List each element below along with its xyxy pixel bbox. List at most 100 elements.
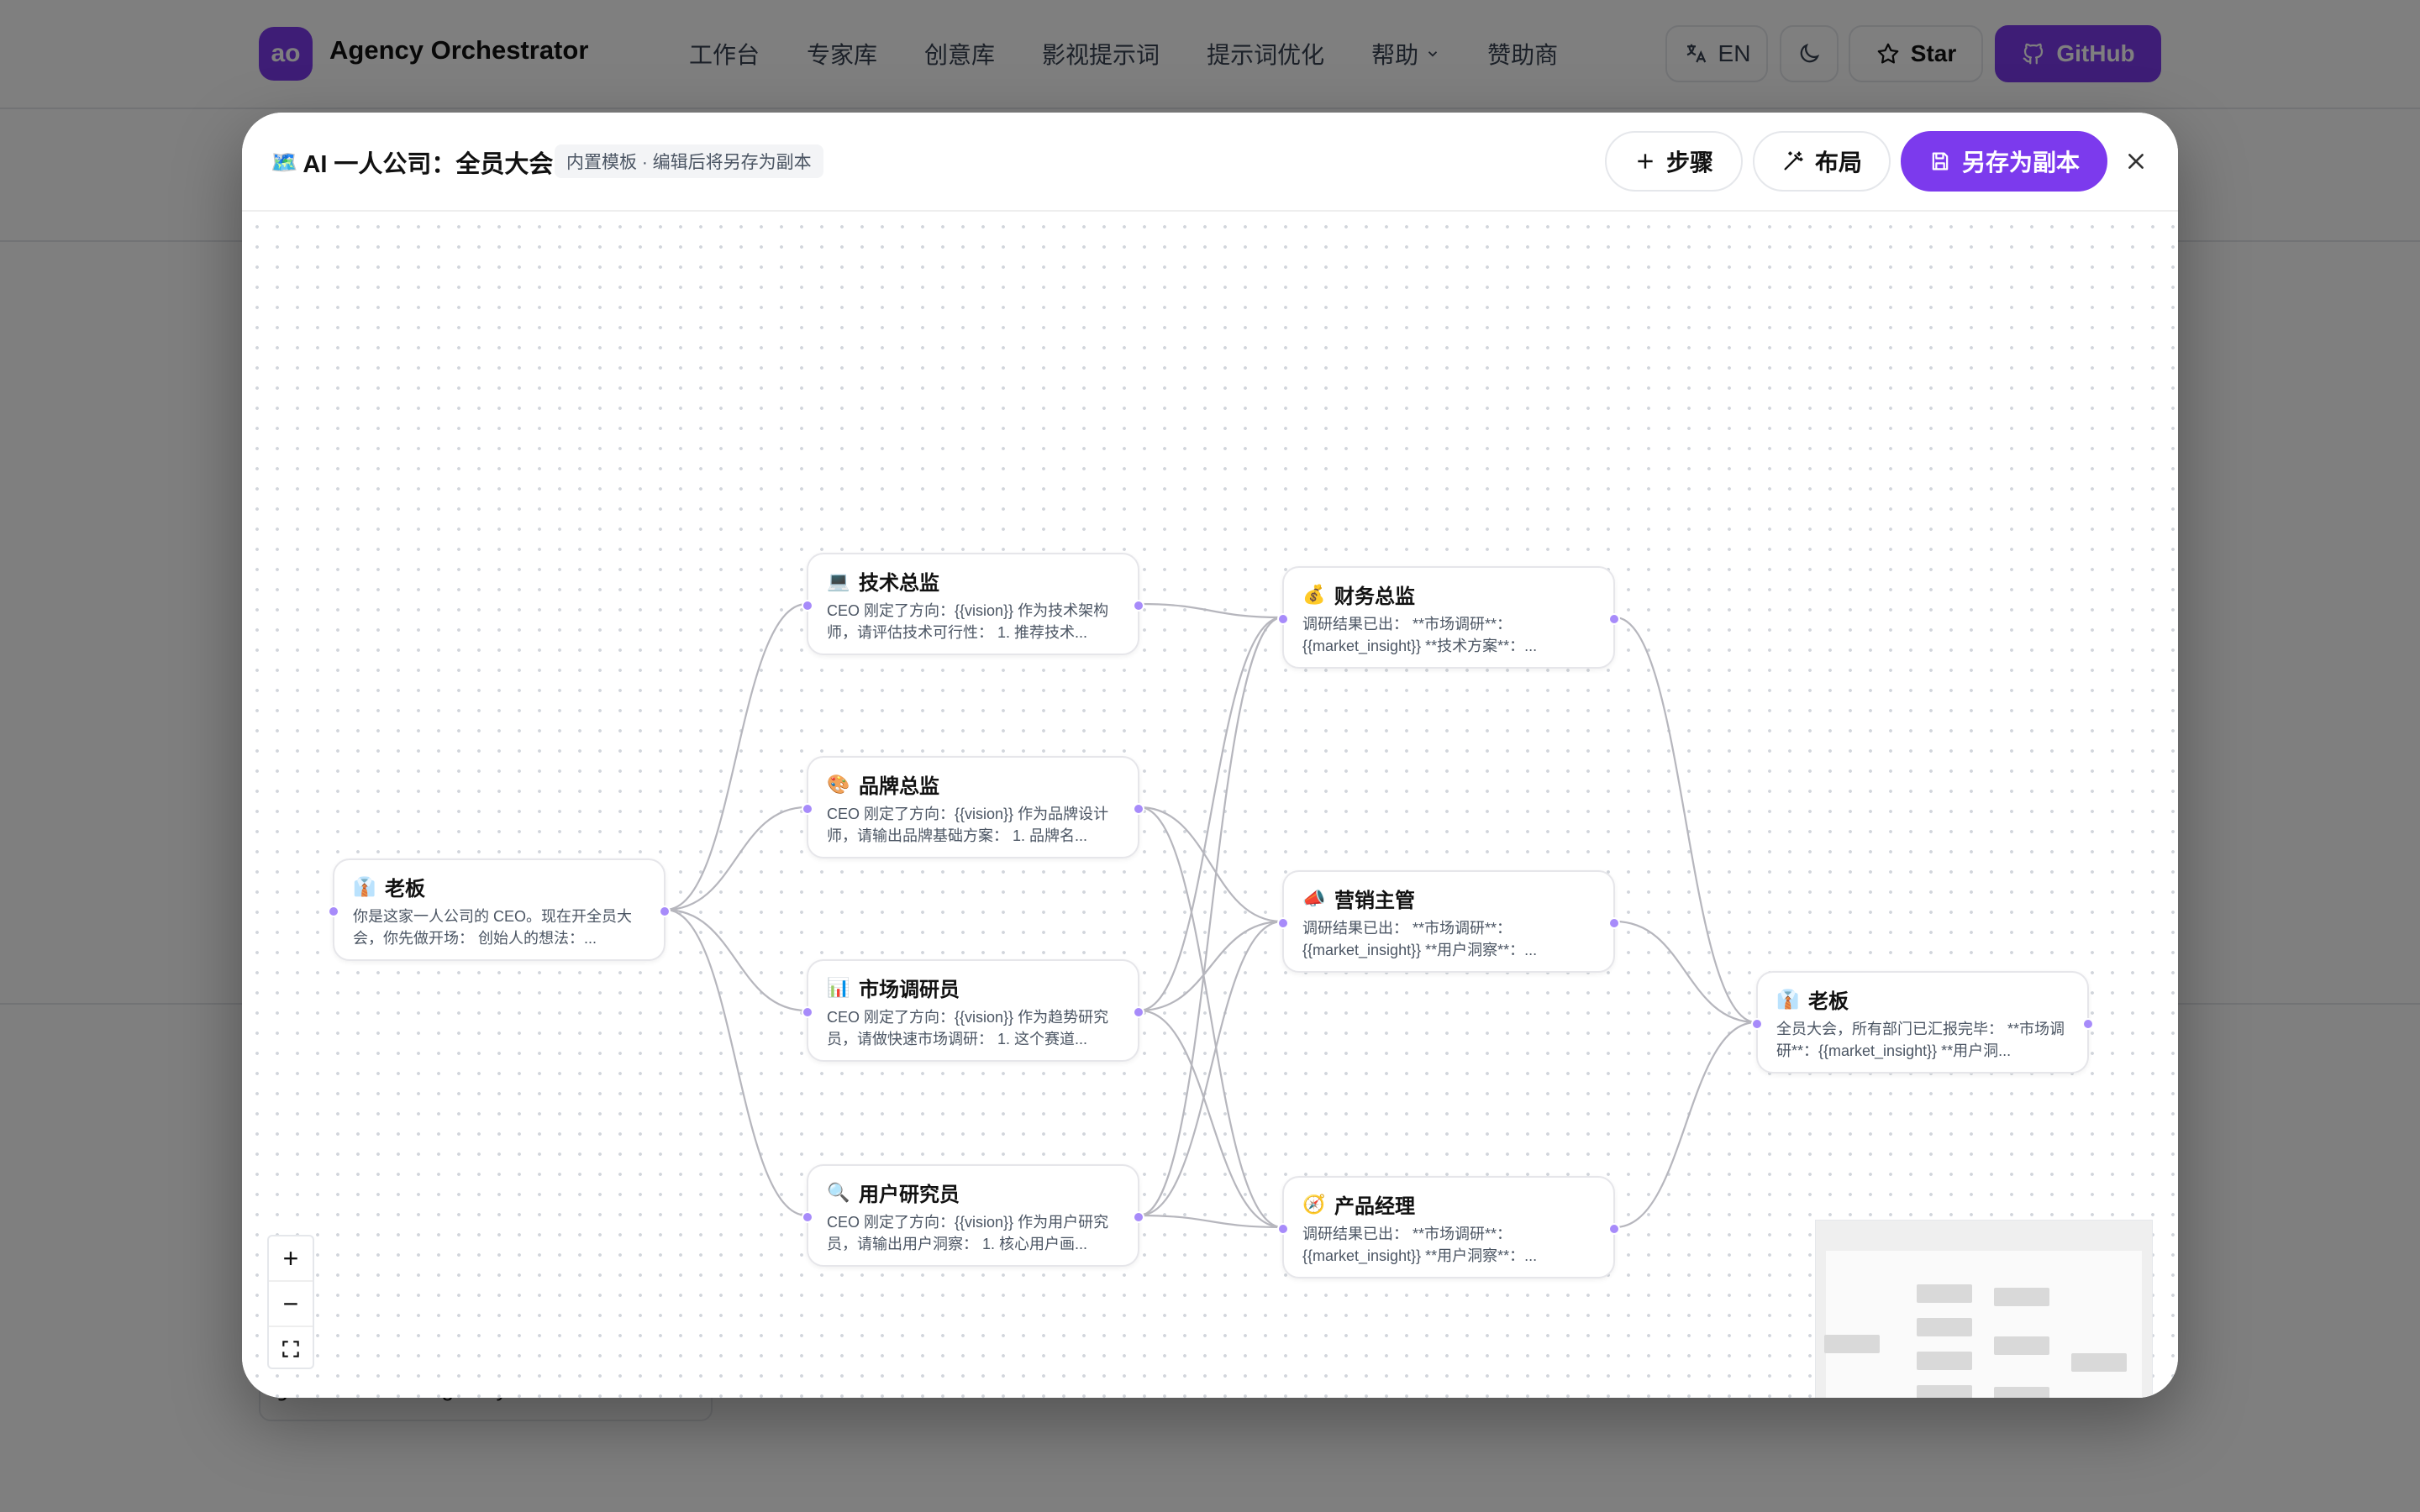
node-description: 调研结果已出： **市场调研**：{{market_insight}} **技术… <box>1302 616 1538 654</box>
output-handle[interactable] <box>1133 600 1144 612</box>
minimap-node <box>1994 1288 2049 1306</box>
node-title: 🧭 产品经理 <box>1302 1189 1415 1219</box>
edge-user-pm[interactable] <box>1139 1214 1283 1229</box>
input-handle[interactable] <box>1277 1223 1289 1235</box>
output-handle[interactable] <box>1608 917 1620 929</box>
node-product-manager[interactable]: 🧭 产品经理 调研结果已出： **市场调研**：{{market_insight}… <box>1277 1176 1620 1278</box>
fit-view-icon <box>282 1341 299 1357</box>
edge-mkt-boss2[interactable] <box>1614 920 1757 1024</box>
edge-user-mkt[interactable] <box>1139 920 1283 1217</box>
auto-layout-button[interactable]: 布局 <box>1753 131 1891 192</box>
node-title-text: 老板 <box>385 878 425 900</box>
megaphone-emoji-icon: 📣 <box>1302 887 1326 909</box>
edge-cfo-boss2[interactable] <box>1614 616 1757 1024</box>
node-title-text: 用户研究员 <box>859 1184 960 1206</box>
output-handle[interactable] <box>659 906 671 917</box>
node-market-researcher[interactable]: 📊 市场调研员 CEO 刚定了方向：{{vision}} 作为趋势研究员，请做快速… <box>802 959 1144 1062</box>
node-user-researcher[interactable]: 🔍 用户研究员 CEO 刚定了方向：{{vision}} 作为用户研究员，请输出用… <box>802 1164 1144 1267</box>
input-handle[interactable] <box>802 1211 813 1223</box>
edge-boss1-market[interactable] <box>665 908 808 1012</box>
input-handle[interactable] <box>1751 1018 1763 1030</box>
chart-emoji-icon: 📊 <box>827 976 850 998</box>
boss-emoji-icon: 👔 <box>353 875 376 897</box>
edge-pm-boss2[interactable] <box>1614 1021 1757 1229</box>
node-boss-start[interactable]: 👔 老板 你是这家一人公司的 CEO。现在开全员大会，你先做开场： 创始人的想法：… <box>328 858 671 961</box>
node-boss-final[interactable]: 👔 老板 全员大会，所有部门已汇报完毕： **市场调研**：{{market_in… <box>1751 971 2094 1074</box>
minimap-node <box>1917 1284 1972 1303</box>
auto-layout-label: 布局 <box>1814 150 1862 176</box>
input-handle[interactable] <box>1277 613 1289 625</box>
minimap[interactable] <box>1815 1220 2153 1398</box>
node-title: 💻 技术总监 <box>827 566 939 596</box>
minimap-node <box>1824 1335 1880 1353</box>
fit-view-button[interactable] <box>269 1327 313 1371</box>
input-handle[interactable] <box>802 600 813 612</box>
edge-market-pm[interactable] <box>1139 1009 1283 1229</box>
output-handle[interactable] <box>1133 803 1144 815</box>
node-title-text: 市场调研员 <box>859 979 960 1001</box>
minimap-node <box>1994 1336 2049 1355</box>
flow-canvas[interactable]: 👔 老板 你是这家一人公司的 CEO。现在开全员大会，你先做开场： 创始人的想法：… <box>242 212 2178 1398</box>
node-title-text: 营销主管 <box>1334 890 1415 912</box>
node-description: CEO 刚定了方向：{{vision}} 作为趋势研究员，请做快速市场调研： 1… <box>827 1009 1109 1047</box>
node-marketing-lead[interactable]: 📣 营销主管 调研结果已出： **市场调研**：{{market_insight}… <box>1277 870 1620 973</box>
output-handle[interactable] <box>1608 613 1620 625</box>
input-handle[interactable] <box>328 906 339 917</box>
compass-emoji-icon: 🧭 <box>1302 1193 1326 1215</box>
close-modal-button[interactable] <box>2119 144 2153 178</box>
modal-title: 🗺️ AI 一人公司：全员大会 <box>271 144 553 180</box>
node-description: 调研结果已出： **市场调研**：{{market_insight}} **用户… <box>1302 920 1538 958</box>
node-title: 👔 老板 <box>353 872 425 901</box>
node-cfo[interactable]: 💰 财务总监 调研结果已出： **市场调研**：{{market_insight}… <box>1277 566 1620 669</box>
input-handle[interactable] <box>802 1006 813 1018</box>
minimap-node <box>1994 1387 2049 1398</box>
node-description: CEO 刚定了方向：{{vision}} 作为用户研究员，请输出用户洞察： 1.… <box>827 1214 1109 1252</box>
edge-user-cfo[interactable] <box>1139 616 1283 1217</box>
minimap-node <box>2071 1353 2127 1372</box>
add-step-button[interactable]: 步骤 <box>1605 131 1743 192</box>
add-step-label: 步骤 <box>1665 150 1713 176</box>
output-handle[interactable] <box>1133 1006 1144 1018</box>
node-brand-director[interactable]: 🎨 品牌总监 CEO 刚定了方向：{{vision}} 作为品牌设计师，请输出品牌… <box>802 756 1144 858</box>
zoom-out-button[interactable]: − <box>269 1282 313 1327</box>
node-title: 👔 老板 <box>1776 984 1849 1014</box>
modal-header: 🗺️ AI 一人公司：全员大会 内置模板 · 编辑后将另存为副本 步骤 布局 另… <box>242 113 2178 212</box>
magnifier-emoji-icon: 🔍 <box>827 1181 850 1203</box>
zoom-controls: + − <box>267 1235 314 1369</box>
plus-icon <box>1638 154 1653 169</box>
map-emoji-icon: 🗺️ <box>271 149 298 175</box>
output-handle[interactable] <box>1608 1223 1620 1235</box>
edge-market-cfo[interactable] <box>1139 616 1283 1012</box>
node-description: CEO 刚定了方向：{{vision}} 作为品牌设计师，请输出品牌基础方案： … <box>827 806 1109 844</box>
node-title-text: 老板 <box>1808 990 1849 1013</box>
edge-cto-cfo[interactable] <box>1139 602 1283 619</box>
node-title: 📊 市场调研员 <box>827 973 960 1002</box>
zoom-in-button[interactable]: + <box>269 1236 313 1282</box>
close-icon <box>2128 154 2144 169</box>
palette-emoji-icon: 🎨 <box>827 773 850 795</box>
edge-brand-pm[interactable] <box>1139 806 1283 1229</box>
edge-boss1-cto[interactable] <box>665 602 808 911</box>
node-description: 你是这家一人公司的 CEO。现在开全员大会，你先做开场： 创始人的想法：... <box>353 908 633 947</box>
save-as-copy-button[interactable]: 另存为副本 <box>1901 131 2107 192</box>
node-title: 💰 财务总监 <box>1302 580 1415 609</box>
input-handle[interactable] <box>802 803 813 815</box>
node-title-text: 财务总监 <box>1334 585 1415 608</box>
node-title: 📣 营销主管 <box>1302 884 1415 913</box>
edge-market-mkt[interactable] <box>1139 920 1283 1012</box>
node-description: 调研结果已出： **市场调研**：{{market_insight}} **用户… <box>1302 1226 1538 1264</box>
edge-boss1-user[interactable] <box>665 908 808 1217</box>
node-title-text: 产品经理 <box>1334 1195 1415 1218</box>
node-cto[interactable]: 💻 技术总监 CEO 刚定了方向：{{vision}} 作为技术架构师，请评估技术… <box>802 553 1144 655</box>
node-title-text: 品牌总监 <box>859 775 939 798</box>
edge-boss1-brand[interactable] <box>665 806 808 911</box>
output-handle[interactable] <box>1133 1211 1144 1223</box>
magic-wand-icon <box>1784 151 1803 171</box>
node-title: 🔍 用户研究员 <box>827 1178 960 1207</box>
input-handle[interactable] <box>1277 917 1289 929</box>
output-handle[interactable] <box>2082 1018 2094 1030</box>
node-description: 全员大会，所有部门已汇报完毕： **市场调研**：{{market_insigh… <box>1776 1021 2065 1059</box>
node-title: 🎨 品牌总监 <box>827 769 939 799</box>
edge-brand-mkt[interactable] <box>1139 806 1283 923</box>
minimap-viewport[interactable] <box>1826 1251 2142 1398</box>
